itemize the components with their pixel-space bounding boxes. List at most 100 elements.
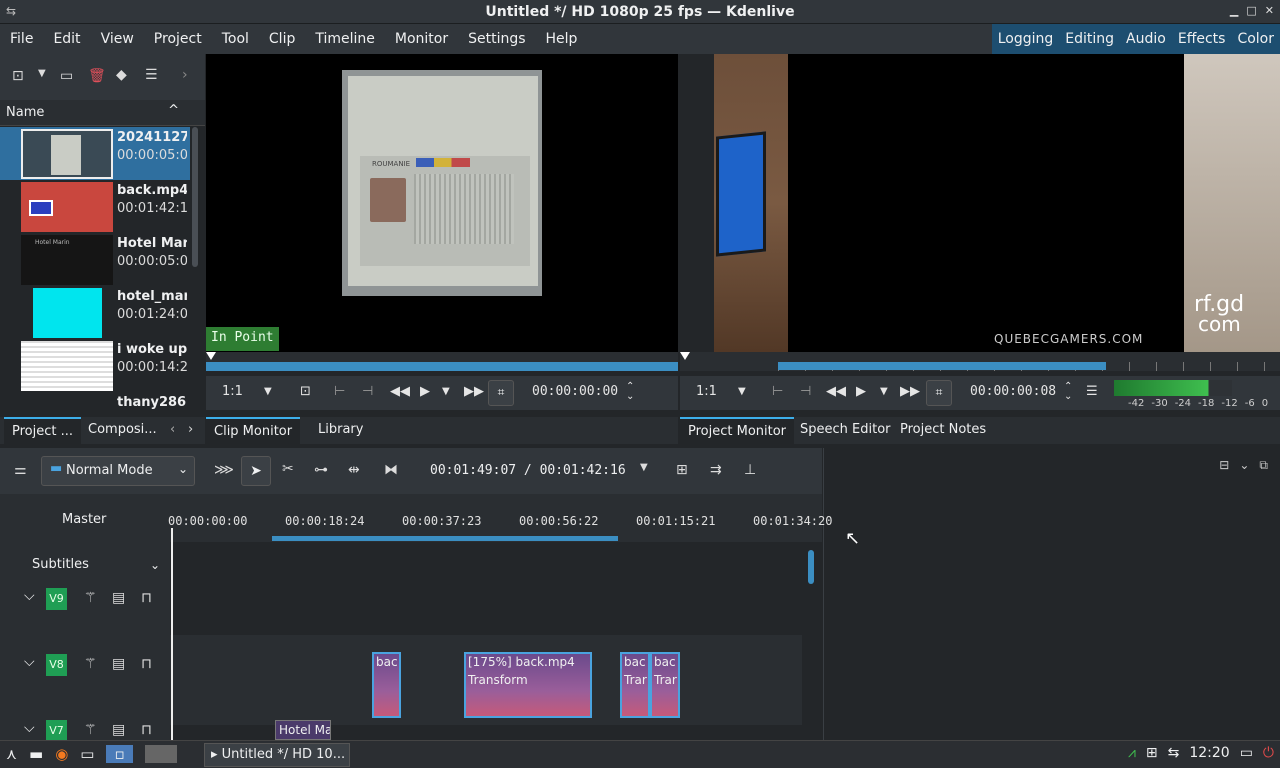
menu-tool[interactable]: Tool <box>212 31 259 47</box>
film-icon[interactable]: ▤ <box>112 656 125 672</box>
rewind-icon[interactable]: ◀◀ <box>826 384 846 399</box>
edit-mode-select[interactable]: ▬ Normal Mode ⌄ <box>41 456 195 486</box>
selection-tool-icon[interactable]: ➤ <box>241 456 271 486</box>
close-icon[interactable]: ✕ <box>1265 4 1274 17</box>
crop-icon[interactable]: ⌗ <box>488 380 514 406</box>
workspace-1[interactable]: ▫ <box>106 745 133 763</box>
timeline-playhead[interactable] <box>171 528 173 740</box>
timeline-clip[interactable]: [175%] back.mp4 Transform <box>464 652 592 718</box>
set-out-icon[interactable]: ⊣ <box>362 384 373 399</box>
rewind-icon[interactable]: ◀◀ <box>390 384 410 399</box>
film-icon[interactable]: ▤ <box>112 722 125 738</box>
bin-item[interactable]: hotel_mari 00:01:24:00 <box>0 286 190 339</box>
notes-icon[interactable]: ▭ <box>1240 745 1253 761</box>
layout-audio[interactable]: Audio <box>1120 24 1172 54</box>
delete-icon[interactable]: 🗑 <box>88 68 106 84</box>
menu-timeline[interactable]: Timeline <box>305 31 385 47</box>
timeline-clip[interactable]: bac Trar <box>620 652 650 718</box>
tab-scroll-left-icon[interactable]: ‹ <box>168 417 177 444</box>
chevron-right-icon[interactable]: › <box>182 67 188 83</box>
timeline-zone[interactable] <box>272 536 618 541</box>
monitor-menu-icon[interactable]: ☰ <box>1086 384 1098 399</box>
sync-icon[interactable]: ⇆ <box>1168 745 1180 761</box>
fullscreen-icon[interactable]: ⊡ <box>300 384 311 399</box>
timeline-scrollbar[interactable] <box>808 550 814 584</box>
fit-zoom-icon[interactable]: ⊞ <box>676 462 688 478</box>
razor-tool-icon[interactable]: ✂ <box>282 461 294 477</box>
collapse-icon[interactable]: ⌵ <box>24 720 35 736</box>
bin-item[interactable]: back.mp4 00:01:42:16 <box>0 180 190 233</box>
track-settings-icon[interactable]: ⚌ <box>14 462 27 478</box>
tab-project-bin[interactable]: Project ... <box>4 417 82 444</box>
clip-zoom-select[interactable]: 1:1 <box>222 384 243 399</box>
project-monitor-ruler[interactable] <box>680 352 1280 371</box>
bin-scrollbar[interactable] <box>192 127 198 267</box>
tab-library[interactable]: Library <box>310 417 371 444</box>
chevron-down-icon[interactable]: ▼ <box>442 386 450 397</box>
track-badge[interactable]: V7 <box>46 720 67 740</box>
layout-logging[interactable]: Logging <box>992 24 1060 54</box>
clock[interactable]: 12:20 <box>1189 745 1229 761</box>
taskbar-window-button[interactable]: ▸ Untitled */ HD 10... <box>204 743 350 767</box>
layout-effects[interactable]: Effects <box>1172 24 1232 54</box>
layout-color[interactable]: Color <box>1231 24 1280 54</box>
crop-icon[interactable]: ⌗ <box>926 380 952 406</box>
desktop-icon[interactable]: ▭ <box>80 745 94 763</box>
sort-chevron-icon[interactable]: ^ <box>168 103 179 118</box>
bin-item[interactable]: i woke up 00:00:14:24 <box>0 339 190 392</box>
track-v7[interactable]: ⌵ V7 ⚚ ▤ ⊓ <box>0 720 170 740</box>
menu-project[interactable]: Project <box>144 31 212 47</box>
tab-speech-editor[interactable]: Speech Editor <box>792 417 899 444</box>
ripple-tool-icon[interactable]: ⇹ <box>348 462 360 478</box>
clip-timecode[interactable]: 00:00:00:00 <box>532 384 618 399</box>
chevron-down-icon[interactable]: ▼ <box>38 68 46 79</box>
project-monitor-view[interactable]: rf.gd com QUEBECGAMERS.COM <box>714 54 1280 352</box>
effects-wand-icon[interactable]: ⚚ <box>84 590 97 606</box>
film-icon[interactable]: ▤ <box>112 590 125 606</box>
playhead-marker[interactable] <box>206 352 216 360</box>
track-v8[interactable]: ⌵ V8 ⚚ ▤ ⊓ <box>0 654 170 678</box>
bin-item[interactable]: thany286.r <box>0 392 190 415</box>
set-in-icon[interactable]: ⊢ <box>772 384 783 399</box>
slip-tool-icon[interactable]: ⊶ <box>314 462 328 478</box>
tab-project-monitor[interactable]: Project Monitor <box>680 417 795 444</box>
menu-file[interactable]: File <box>0 31 43 47</box>
timeline-tracks[interactable]: bac [175%] back.mp4 Transform bac Trar b… <box>170 543 822 740</box>
power-icon[interactable]: ⏻ <box>1263 745 1274 761</box>
bin-column-header[interactable]: Name ^ <box>0 100 205 126</box>
collapse-icon[interactable]: ⌵ <box>24 588 35 604</box>
menu-edit[interactable]: Edit <box>43 31 90 47</box>
timeline-timecode[interactable]: 00:01:49:07 / 00:01:42:16 <box>430 463 626 478</box>
track-v9[interactable]: ⌵ V9 ⚚ ▤ ⊓ <box>0 588 170 612</box>
chevron-down-icon[interactable]: ▼ <box>880 386 888 397</box>
add-clip-icon[interactable]: ⊡ <box>12 68 24 84</box>
tab-project-notes[interactable]: Project Notes <box>892 417 994 444</box>
overwrite-icon[interactable]: ⊥ <box>744 462 756 478</box>
chevron-down-icon[interactable]: ⌄ <box>1239 458 1249 473</box>
timeline-clip[interactable]: Hotel Ma <box>275 720 331 740</box>
forward-icon[interactable]: ▶▶ <box>900 384 920 399</box>
chevron-down-icon[interactable]: ⌄ <box>150 558 160 572</box>
files-icon[interactable]: ▬ <box>29 745 43 763</box>
slide-tool-icon[interactable]: ⧓ <box>384 462 398 478</box>
effects-wand-icon[interactable]: ⚚ <box>84 656 97 672</box>
link-icon[interactable]: ⊟ <box>1219 458 1229 473</box>
firefox-icon[interactable]: ◉ <box>55 745 68 763</box>
timeline-clip[interactable]: bac Trar <box>650 652 680 718</box>
project-timecode[interactable]: 00:00:00:08 <box>970 384 1056 399</box>
track-badge[interactable]: V8 <box>46 654 67 676</box>
workspace-2[interactable] <box>144 745 177 763</box>
chevron-down-icon[interactable]: ▼ <box>640 462 648 473</box>
timecode-spin-icon[interactable]: ⌃ ⌄ <box>1064 382 1072 402</box>
forward-icon[interactable]: ▶▶ <box>464 384 484 399</box>
timeline-clip[interactable]: bac <box>372 652 401 718</box>
play-icon[interactable]: ▶ <box>856 384 866 399</box>
chevron-down-icon[interactable]: ▼ <box>738 386 746 397</box>
layout-editing[interactable]: Editing <box>1059 24 1120 54</box>
minimize-icon[interactable]: ▁ <box>1230 4 1238 17</box>
bin-item[interactable]: Hotel Marin Hotel Mari 00:00:05:00 <box>0 233 190 286</box>
menu-help[interactable]: Help <box>536 31 588 47</box>
network-icon[interactable]: ⊞ <box>1146 745 1158 761</box>
collapse-icon[interactable]: ⌵ <box>24 654 35 670</box>
maximize-icon[interactable]: □ <box>1246 4 1256 17</box>
